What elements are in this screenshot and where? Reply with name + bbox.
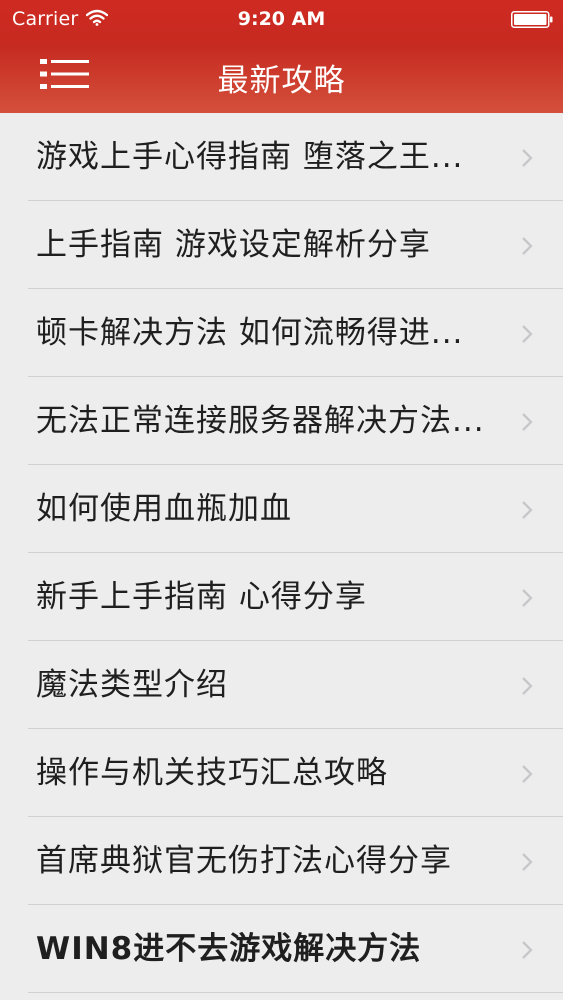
list-item-label: 上手指南 游戏设定解析分享	[36, 227, 431, 263]
list-item-label: 如何使用血瓶加血	[36, 491, 292, 527]
list-item[interactable]: WIN8进不去游戏解决方法	[0, 905, 563, 993]
separator	[28, 992, 563, 993]
chevron-right-icon	[522, 501, 533, 519]
list-item-label: 顿卡解决方法 如何流畅得进...	[36, 315, 464, 351]
list-item[interactable]: 魔法类型介绍	[0, 641, 563, 729]
chevron-right-icon	[522, 237, 533, 255]
list-item-label: 魔法类型介绍	[36, 667, 228, 703]
list-item[interactable]: 如何使用血瓶加血	[0, 465, 563, 553]
chevron-right-icon	[522, 149, 533, 167]
list-item[interactable]: 无法正常连接服务器解决方法...	[0, 377, 563, 465]
list-item[interactable]: 上手指南 游戏设定解析分享	[0, 201, 563, 289]
list-item[interactable]: 新手上手指南 心得分享	[0, 553, 563, 641]
chevron-right-icon	[522, 765, 533, 783]
list-item-label: 操作与机关技巧汇总攻略	[36, 755, 388, 791]
guide-list: 游戏上手心得指南 堕落之王... 上手指南 游戏设定解析分享 顿卡解决方法 如何…	[0, 113, 563, 1000]
list-item[interactable]: 首席典狱官无伤打法心得分享	[0, 817, 563, 905]
chevron-right-icon	[522, 677, 533, 695]
list-item-label: 首席典狱官无伤打法心得分享	[36, 843, 452, 879]
list-item-label: 新手上手指南 心得分享	[36, 579, 367, 615]
navigation-bar: Carrier 9:20 AM 最新攻略	[0, 0, 563, 113]
chevron-right-icon	[522, 853, 533, 871]
chevron-right-icon	[522, 589, 533, 607]
battery-icon	[511, 11, 553, 28]
clock-time: 9:20 AM	[237, 8, 326, 30]
chevron-right-icon	[522, 325, 533, 343]
list-item-label: 无法正常连接服务器解决方法...	[36, 403, 485, 439]
list-item[interactable]: 操作与机关技巧汇总攻略	[0, 729, 563, 817]
list-item-label: 游戏上手心得指南 堕落之王...	[36, 139, 464, 175]
list-item[interactable]: 游戏上手心得指南 堕落之王...	[0, 113, 563, 201]
chevron-right-icon	[522, 413, 533, 431]
chevron-right-icon	[522, 941, 533, 959]
list-item-label: WIN8进不去游戏解决方法	[36, 931, 422, 967]
status-bar: Carrier 9:20 AM	[0, 0, 563, 36]
list-item[interactable]: 顿卡解决方法 如何流畅得进...	[0, 289, 563, 377]
page-title: 最新攻略	[217, 63, 346, 99]
